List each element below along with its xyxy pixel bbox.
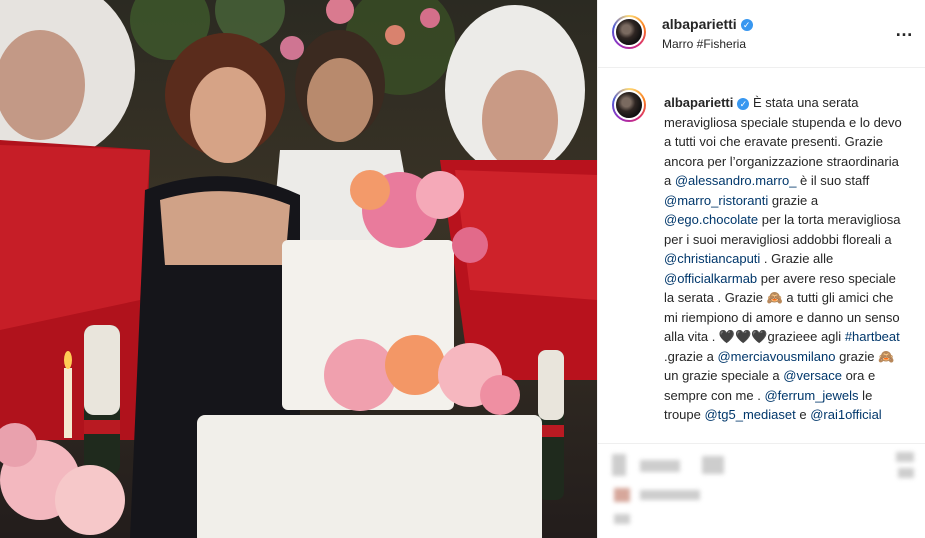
post-side-panel: albaparietti ✓ Marro #Fisheria … albapari…: [597, 0, 925, 538]
more-options-icon[interactable]: …: [895, 20, 914, 41]
caption-avatar[interactable]: [612, 88, 646, 122]
caption-mention-link[interactable]: @merciavousmilano: [717, 349, 835, 364]
caption-mention-link[interactable]: @alessandro.marro_: [675, 173, 797, 188]
post-photo[interactable]: [0, 0, 597, 538]
caption-mention-link[interactable]: @versace: [783, 368, 842, 383]
caption-mention-link[interactable]: @rai1official: [810, 407, 882, 422]
caption-text-segment: e: [795, 407, 811, 422]
caption-mention-link[interactable]: @officialkarmab: [664, 271, 757, 286]
caption-mention-link[interactable]: @marro_ristoranti: [664, 193, 768, 208]
caption-text-segment: .grazie a: [664, 348, 718, 364]
caption-mention-link[interactable]: #hartbeat: [845, 329, 900, 344]
caption-mention-link[interactable]: @christiancaputi: [664, 251, 760, 266]
verified-badge-icon: ✓: [740, 18, 753, 31]
caption-mention-link[interactable]: @tg5_mediaset: [704, 407, 795, 422]
caption-username[interactable]: albaparietti: [664, 95, 733, 110]
caption-mention-link[interactable]: @ego.chocolate: [664, 212, 758, 227]
caption-text: È stata una serata meravigliosa speciale…: [664, 95, 902, 422]
author-username[interactable]: albaparietti: [662, 16, 737, 32]
author-block: albaparietti ✓ Marro #Fisheria: [662, 16, 753, 51]
caption-text-segment: grazie a: [768, 192, 819, 208]
post-location[interactable]: Marro #Fisheria: [662, 37, 753, 51]
caption-text-segment: è il suo staff: [796, 173, 870, 188]
post-header: albaparietti ✓ Marro #Fisheria …: [598, 0, 925, 68]
caption-mention-link[interactable]: @ferrum_jewels: [764, 388, 858, 403]
caption-text-segment: . Grazie alle: [760, 251, 834, 266]
blurred-comments-area: [612, 438, 914, 538]
post-caption: albaparietti ✓ È stata una serata meravig…: [664, 93, 909, 425]
caption-verified-badge-icon: ✓: [737, 97, 750, 110]
author-avatar[interactable]: [612, 15, 646, 49]
party-photo-illustration: [0, 0, 597, 538]
